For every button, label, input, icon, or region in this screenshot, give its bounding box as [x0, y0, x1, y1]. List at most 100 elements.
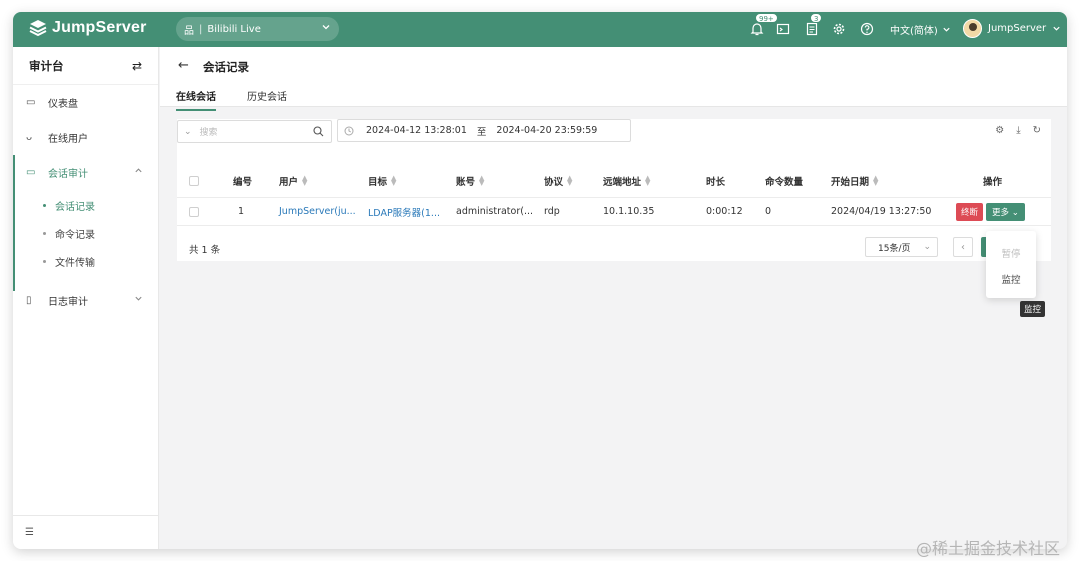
sidebar-item-online-users[interactable]: ᴗ 在线用户 — [13, 124, 159, 150]
prev-page-button[interactable]: ‹ — [953, 237, 973, 257]
sort-icon[interactable]: ▲ ▼ — [645, 175, 650, 187]
bell-icon[interactable] — [750, 22, 764, 36]
sessions-card: ⌄ 搜索 2024-04-12 13:28:01 至 2024-04-20 23… — [177, 119, 1051, 261]
chevron-down-icon — [943, 27, 950, 32]
select-all-checkbox[interactable] — [189, 176, 199, 186]
cell-id: 1 — [238, 206, 245, 217]
sidebar-item-log-audit[interactable]: ▯ 日志审计 — [13, 287, 159, 313]
cell-protocol: rdp — [544, 206, 560, 217]
more-dropdown-menu: 暂停 监控 — [986, 231, 1036, 298]
total-count: 共 1 条 — [189, 245, 221, 256]
column-header-remote-addr[interactable]: 远端地址 ▲ ▼ — [603, 165, 650, 197]
chevron-down-icon: ⌄ — [1011, 207, 1019, 218]
column-header-id: 编号 — [233, 177, 253, 188]
tab-online-sessions[interactable]: 在线会话 — [176, 88, 216, 111]
table-tools: ⚙ ⤓ ↻ — [995, 125, 1041, 136]
user-menu[interactable]: JumpServer — [963, 19, 1061, 38]
back-arrow-icon[interactable]: ← — [178, 58, 189, 73]
tab-history-sessions[interactable]: 历史会话 — [247, 88, 287, 109]
sort-icon[interactable]: ▲ ▼ — [873, 175, 878, 187]
gear-icon[interactable] — [832, 22, 846, 36]
cell-user-link[interactable]: JumpServer(ju... — [279, 198, 356, 225]
chevron-down-icon: ⌄ — [923, 242, 931, 252]
avatar — [963, 19, 982, 38]
clock-icon — [344, 126, 354, 135]
date-separator: 至 — [476, 126, 487, 138]
page-title: 会话记录 — [203, 60, 249, 74]
more-button[interactable]: 更多 ⌄ — [986, 202, 1025, 221]
tickets-badge: 3 — [810, 13, 823, 23]
chevron-down-icon — [135, 296, 142, 301]
sidebar-item-dashboard[interactable]: ▭ 仪表盘 — [13, 89, 159, 115]
app-logo[interactable]: JumpServer — [29, 19, 147, 37]
cell-account: administrator(... — [456, 206, 534, 217]
org-icon: 品 — [184, 25, 194, 37]
watermark: @稀土掘金技术社区 — [916, 539, 1061, 558]
chevron-up-icon — [135, 168, 142, 173]
terminate-button[interactable]: 终断 — [956, 202, 984, 221]
column-header-start-date[interactable]: 开始日期 ▲ ▼ — [831, 165, 878, 197]
sidebar-footer: ☰ — [13, 515, 159, 549]
switch-view-icon[interactable]: ⇄ — [132, 59, 142, 73]
jumpserver-logo-icon — [29, 20, 47, 37]
column-header-protocol[interactable]: 协议 ▲ ▼ — [544, 165, 572, 197]
search-icon — [313, 126, 324, 137]
users-icon: ᴗ — [26, 131, 33, 143]
date-end[interactable]: 2024-04-20 23:59:59 — [496, 125, 597, 136]
cell-commands: 0 — [765, 206, 772, 217]
sidebar-item-session-records[interactable]: 会话记录 — [13, 194, 159, 216]
date-range-picker[interactable]: 2024-04-12 13:28:01 至 2024-04-20 23:59:5… — [337, 119, 631, 142]
chevron-down-icon: ⌄ — [184, 126, 192, 137]
download-icon[interactable]: ⤓ — [1016, 125, 1020, 136]
sidebar-item-file-transfer[interactable]: 文件传输 — [13, 250, 159, 272]
top-bar: JumpServer 品 | Bilibili Live 99+ 3 中文(简体… — [13, 12, 1067, 47]
app-name: JumpServer — [52, 19, 147, 36]
sort-icon[interactable]: ▲ ▼ — [391, 175, 396, 187]
settings-icon[interactable]: ⚙ — [995, 125, 1004, 136]
username: JumpServer — [988, 23, 1047, 34]
date-start[interactable]: 2024-04-12 13:28:01 — [366, 125, 467, 136]
sort-icon[interactable]: ▲ ▼ — [479, 175, 484, 187]
refresh-icon[interactable]: ↻ — [1033, 125, 1041, 136]
ticket-icon[interactable] — [805, 22, 819, 36]
sort-icon[interactable]: ▲ ▼ — [567, 175, 572, 187]
page-size-select[interactable]: 15条/页 ⌄ — [865, 237, 938, 257]
collapse-menu-icon[interactable]: ☰ — [25, 527, 34, 538]
row-checkbox[interactable] — [189, 206, 199, 217]
chevron-down-icon — [322, 25, 330, 30]
column-header-commands: 命令数量 — [765, 177, 804, 188]
language-label: 中文(简体) — [890, 26, 938, 37]
column-header-account[interactable]: 账号 ▲ ▼ — [456, 165, 484, 197]
org-label: Bilibili Live — [207, 23, 261, 35]
terminal-icon[interactable] — [776, 22, 790, 36]
monitor-icon: ▭ — [26, 166, 36, 178]
sort-icon[interactable]: ▲ ▼ — [302, 175, 307, 187]
org-selector[interactable]: 品 | Bilibili Live — [176, 17, 339, 41]
language-selector[interactable]: 中文(简体) — [890, 22, 951, 37]
cell-duration: 0:00:12 — [706, 206, 743, 217]
notification-badge: 99+ — [755, 13, 778, 23]
cell-start-date: 2024/04/19 13:27:50 — [831, 206, 932, 217]
cell-target-link[interactable]: LDAP服务器(1... — [368, 198, 440, 225]
tooltip: 监控 — [1020, 301, 1046, 317]
table-row: 1 JumpServer(ju... LDAP服务器(1... administ… — [177, 198, 1051, 226]
document-icon: ▯ — [26, 294, 32, 306]
sidebar-title: 审计台 — [29, 58, 64, 73]
column-header-actions: 操作 — [983, 177, 1003, 188]
search-input[interactable]: ⌄ 搜索 — [177, 120, 332, 143]
table-header: 编号 用户 ▲ ▼ 目标 ▲ ▼ 账号 ▲ ▼ 协议 ▲ ▼ 远端地址 ▲ ▼ 时长 命令数量 开始… — [177, 165, 1051, 198]
cell-remote-addr: 10.1.10.35 — [603, 206, 655, 217]
page-header: ← 会话记录 在线会话 历史会话 — [160, 47, 1067, 111]
dropdown-item-monitor[interactable]: 监控 — [986, 272, 1036, 286]
sidebar: 审计台 ⇄ ▭ 仪表盘 ᴗ 在线用户 ▭ 会话审计 会话记录 命令记录 文件传输 — [13, 47, 159, 549]
column-header-duration: 时长 — [706, 177, 726, 188]
column-header-user[interactable]: 用户 ▲ ▼ — [279, 165, 307, 197]
help-icon[interactable] — [860, 22, 874, 36]
app-window: JumpServer 品 | Bilibili Live 99+ 3 中文(简体… — [13, 12, 1067, 549]
sidebar-item-command-records[interactable]: 命令记录 — [13, 222, 159, 244]
column-header-target[interactable]: 目标 ▲ ▼ — [368, 165, 396, 197]
search-placeholder: 搜索 — [199, 128, 218, 138]
dashboard-icon: ▭ — [26, 96, 36, 108]
sidebar-item-session-audit[interactable]: ▭ 会话审计 — [13, 159, 159, 185]
dropdown-item-pause: 暂停 — [1001, 249, 1021, 260]
